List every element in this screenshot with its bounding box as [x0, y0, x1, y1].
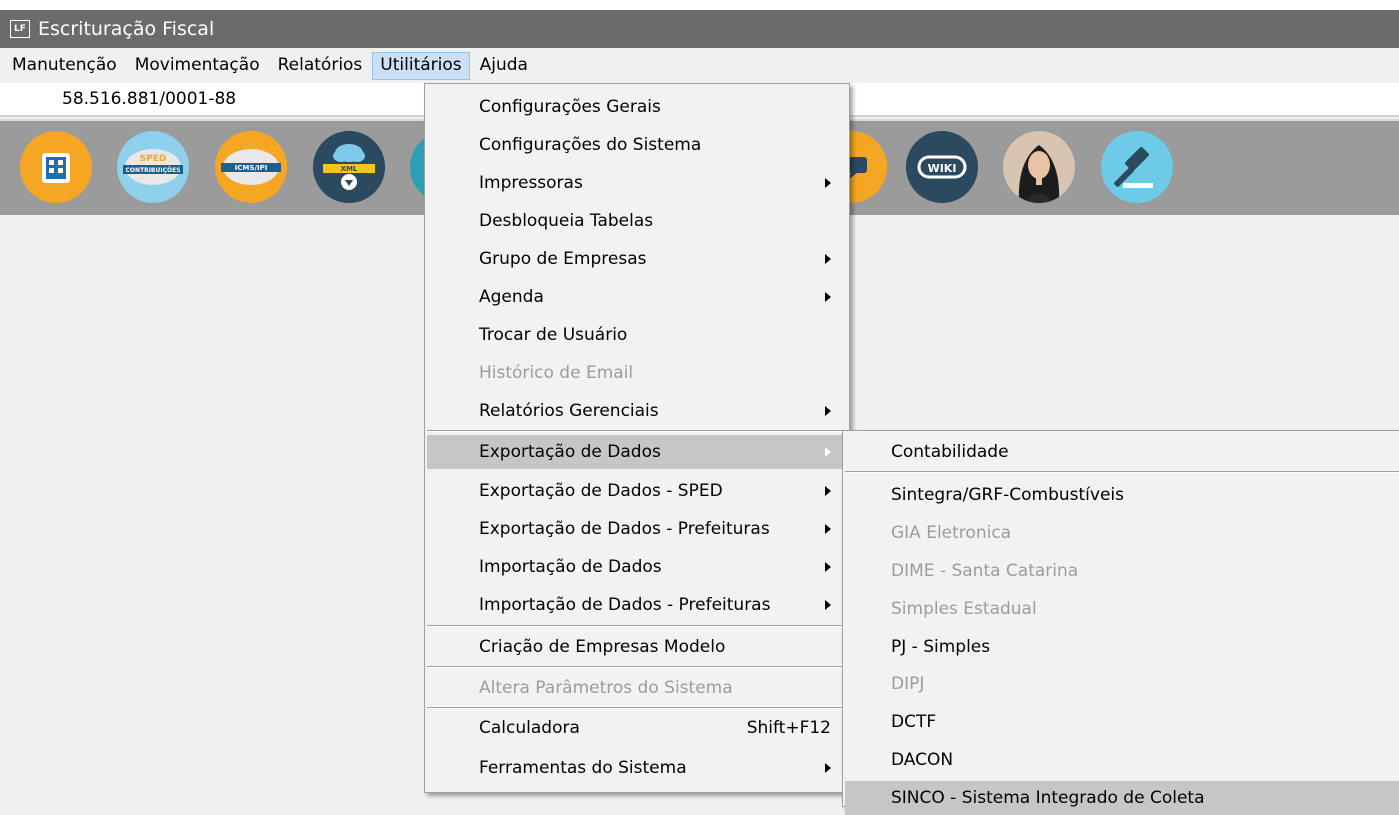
submenu-arrow-icon [825, 486, 831, 496]
menu-separator [427, 666, 847, 668]
menu-item-exportacao-sped[interactable]: Exportação de Dados - SPED [427, 474, 847, 508]
submenu-arrow-icon [825, 524, 831, 534]
menu-item-grupo-empresas[interactable]: Grupo de Empresas [427, 242, 847, 276]
window-title: Escrituração Fiscal [38, 18, 215, 40]
menu-item-importacao-prefeituras[interactable]: Importação de Dados - Prefeituras [427, 588, 847, 622]
menu-item-impressoras[interactable]: Impressoras [427, 166, 847, 200]
building-icon[interactable] [20, 131, 92, 203]
svg-text:WIKI: WIKI [928, 162, 957, 175]
submenu-arrow-icon [825, 562, 831, 572]
menu-item-historico-email: Histórico de Email [479, 363, 634, 383]
submenu-arrow-icon [825, 406, 831, 416]
submenu-item-simples-estadual: Simples Estadual [891, 599, 1037, 619]
menu-separator [845, 471, 1399, 473]
menu-relatorios[interactable]: Relatórios [270, 52, 371, 80]
submenu-item-contabilidade[interactable]: Contabilidade [845, 435, 1399, 469]
menu-item-altera-parametros: Altera Parâmetros do Sistema [479, 678, 733, 698]
menu-utilitarios[interactable]: Utilitários [372, 52, 470, 80]
menu-separator [427, 707, 847, 709]
svg-text:XML: XML [341, 165, 358, 173]
submenu-arrow-icon [825, 292, 831, 302]
svg-text:ICMS/IPI: ICMS/IPI [235, 164, 268, 172]
title-bar: LF Escrituração Fiscal [0, 10, 1399, 48]
submenu-item-dime: DIME - Santa Catarina [891, 561, 1079, 581]
submenu-item-dacon[interactable]: DACON [845, 743, 1399, 777]
submenu-arrow-icon [825, 447, 831, 457]
menu-item-criacao-empresas-modelo[interactable]: Criação de Empresas Modelo [427, 630, 847, 664]
menu-separator [427, 625, 847, 627]
menu-separator [427, 430, 847, 432]
submenu-item-gia: GIA Eletronica [891, 523, 1012, 543]
app-icon[interactable]: LF [10, 20, 30, 38]
submenu-arrow-icon [825, 600, 831, 610]
submenu-item-sinco[interactable]: SINCO - Sistema Integrado de Coleta [845, 781, 1399, 815]
assistant-avatar-icon[interactable] [1003, 131, 1075, 203]
menu-item-trocar-usuario[interactable]: Trocar de Usuário [427, 318, 847, 352]
submenu-item-dipj: DIPJ [891, 674, 925, 694]
wiki-icon[interactable]: WIKI [906, 131, 978, 203]
export-submenu: Contabilidade Sintegra/GRF-Combustíveis … [842, 430, 1399, 815]
menu-movimentacao[interactable]: Movimentação [127, 52, 268, 80]
svg-text:CONTRIBUIÇÕES: CONTRIBUIÇÕES [125, 167, 180, 174]
submenu-item-pj-simples[interactable]: PJ - Simples [845, 630, 1399, 664]
shortcut-label: Shift+F12 [746, 718, 831, 738]
utilities-menu: Configurações Gerais Configurações do Si… [424, 83, 850, 793]
menu-item-relatorios-gerenciais[interactable]: Relatórios Gerenciais [427, 394, 847, 428]
submenu-arrow-icon [825, 763, 831, 773]
submenu-arrow-icon [825, 178, 831, 188]
legal-gavel-icon[interactable] [1101, 131, 1173, 203]
menu-bar: Manutenção Movimentação Relatórios Utili… [0, 51, 1399, 81]
menu-ajuda[interactable]: Ajuda [472, 52, 536, 80]
svg-text:SPED: SPED [140, 154, 167, 164]
menu-item-exportacao-prefeituras[interactable]: Exportação de Dados - Prefeituras [427, 512, 847, 546]
submenu-item-sintegra[interactable]: Sintegra/GRF-Combustíveis [845, 478, 1399, 512]
xml-download-icon[interactable]: XML [313, 131, 385, 203]
window-top-edge [0, 0, 1399, 10]
menu-item-exportacao-dados[interactable]: Exportação de Dados [427, 435, 847, 469]
company-cnpj: 58.516.881/0001-88 [62, 89, 237, 109]
menu-item-desbloqueia-tabelas[interactable]: Desbloqueia Tabelas [427, 204, 847, 238]
menu-item-configuracoes-sistema[interactable]: Configurações do Sistema [427, 128, 847, 162]
submenu-arrow-icon [825, 254, 831, 264]
menu-item-agenda[interactable]: Agenda [427, 280, 847, 314]
sped-contribuicoes-icon[interactable]: SPED CONTRIBUIÇÕES [117, 131, 189, 203]
submenu-item-dctf[interactable]: DCTF [845, 705, 1399, 739]
menu-item-ferramentas-sistema[interactable]: Ferramentas do Sistema [427, 751, 847, 785]
menu-item-calculadora[interactable]: Calculadora Shift+F12 [427, 711, 847, 745]
sped-icms-ipi-icon[interactable]: ICMS/IPI [215, 131, 287, 203]
menu-item-importacao-dados[interactable]: Importação de Dados [427, 550, 847, 584]
menu-item-configuracoes-gerais[interactable]: Configurações Gerais [427, 90, 847, 124]
menu-manutencao[interactable]: Manutenção [0, 52, 125, 80]
